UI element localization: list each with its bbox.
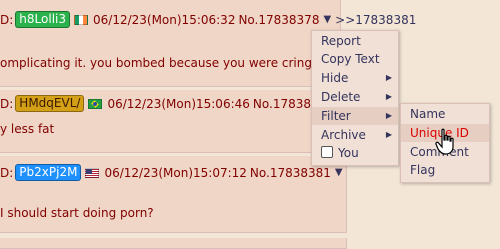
post-context-menu: Report Copy Text Hide ▶ Delete ▶ Filter …: [311, 30, 399, 166]
post-header: D: Pb2xPj2M 06/12/23(Mon)15:07:12 No.178…: [0, 164, 347, 181]
post-message: y less fat: [0, 122, 55, 136]
post-header: D: HMdqEVL/ 06/12/23(Mon)15:06:46 No.178…: [0, 95, 319, 112]
post-number[interactable]: No.17838378: [238, 13, 319, 27]
post: [0, 238, 347, 249]
post-number[interactable]: No.17838381: [250, 166, 331, 180]
post-number[interactable]: No.178383: [253, 97, 319, 111]
post: D: Pb2xPj2M 06/12/23(Mon)15:07:12 No.178…: [0, 156, 347, 233]
chevron-down-icon[interactable]: ▼: [323, 14, 331, 25]
submenu-item-name[interactable]: Name: [401, 105, 489, 123]
chevron-right-icon: ▶: [385, 111, 392, 120]
menu-item-report[interactable]: Report: [312, 32, 398, 50]
chevron-right-icon: ▶: [385, 130, 392, 139]
chevron-right-icon: ▶: [385, 73, 392, 82]
menu-item-label: Hide: [321, 71, 349, 85]
submenu-item-flag[interactable]: Flag: [401, 161, 489, 179]
reply-link[interactable]: >>17838381: [335, 13, 416, 27]
post-header: D: h8Lolli3 06/12/23(Mon)15:06:32 No.178…: [0, 11, 416, 28]
post: D: h8Lolli3 06/12/23(Mon)15:06:32 No.178…: [0, 0, 416, 87]
hand-cursor-icon: [435, 128, 454, 155]
menu-item-label: Delete: [321, 90, 361, 104]
chevron-down-icon[interactable]: ▼: [335, 167, 343, 178]
usa-flag-icon: [85, 167, 100, 178]
brazil-flag-icon: [88, 98, 103, 109]
post-datetime: 06/12/23(Mon)15:06:46: [107, 96, 250, 111]
id-prefix: D:: [0, 96, 14, 111]
menu-item-label: Archive: [321, 128, 366, 142]
menu-item-you[interactable]: You: [312, 144, 398, 162]
id-prefix: D:: [0, 165, 14, 180]
post-datetime: 06/12/23(Mon)15:07:12: [104, 165, 247, 180]
menu-item-filter[interactable]: Filter ▶: [312, 107, 398, 125]
poster-id[interactable]: h8Lolli3: [15, 11, 70, 28]
poster-id[interactable]: Pb2xPj2M: [15, 164, 82, 181]
chevron-right-icon: ▶: [385, 92, 392, 101]
id-prefix: D:: [0, 12, 14, 27]
menu-item-delete[interactable]: Delete ▶: [312, 88, 398, 106]
poster-id[interactable]: HMdqEVL/: [15, 95, 85, 112]
menu-item-hide[interactable]: Hide ▶: [312, 69, 398, 87]
menu-item-label: Filter: [321, 109, 351, 123]
menu-item-archive[interactable]: Archive ▶: [312, 126, 398, 144]
post-datetime: 06/12/23(Mon)15:06:32: [93, 12, 236, 27]
post-message: I should start doing porn?: [0, 206, 154, 220]
you-checkbox[interactable]: [321, 146, 333, 158]
post: D: HMdqEVL/ 06/12/23(Mon)15:06:46 No.178…: [0, 90, 341, 153]
menu-item-label: You: [338, 146, 359, 160]
ireland-flag-icon: [74, 14, 88, 25]
menu-item-copy-text[interactable]: Copy Text: [312, 50, 398, 68]
post-message: omplicating it. you bombed because you w…: [0, 56, 324, 70]
